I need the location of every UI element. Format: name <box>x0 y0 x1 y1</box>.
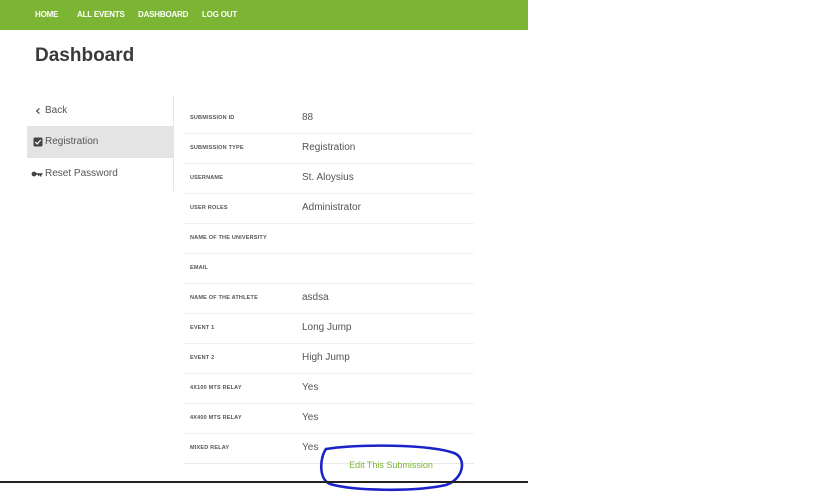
nav-link-logout[interactable]: LOG OUT <box>202 10 237 19</box>
field-value: St. Aloysius <box>302 172 354 183</box>
field-label: NAME OF THE UNIVERSITY <box>190 235 267 241</box>
field-label: USER ROLES <box>190 205 228 211</box>
field-label: SUBMISSION TYPE <box>190 145 244 151</box>
table-row: USER ROLES Administrator <box>184 194 474 224</box>
checkbox-icon <box>33 137 43 147</box>
page-title: Dashboard <box>35 45 135 66</box>
sidebar-item-label: Back <box>45 105 68 116</box>
field-value: High Jump <box>302 352 350 363</box>
nav-link-dashboard[interactable]: DASHBOARD <box>138 10 188 19</box>
field-label: NAME OF THE ATHLETE <box>190 295 258 301</box>
field-value: Yes <box>302 382 319 393</box>
sidebar-item-label: Reset Password <box>45 168 118 179</box>
field-value: Yes <box>302 442 319 453</box>
table-row: 4X100 MTS RELAY Yes <box>184 374 474 404</box>
field-label: EVENT 2 <box>190 355 215 361</box>
field-label: 4X400 MTS RELAY <box>190 415 242 421</box>
submission-details-table: SUBMISSION ID 88 SUBMISSION TYPE Registr… <box>184 104 474 464</box>
table-row: SUBMISSION TYPE Registration <box>184 134 474 164</box>
sidebar-item-reset-password[interactable]: Reset Password <box>27 158 173 190</box>
field-label: SUBMISSION ID <box>190 115 235 121</box>
edit-submission-button[interactable]: Edit This Submission <box>322 453 460 477</box>
field-label: MIXED RELAY <box>190 445 230 451</box>
sidebar: Back Registration Reset Password <box>27 95 174 191</box>
table-row: NAME OF THE ATHLETE asdsa <box>184 284 474 314</box>
nav-link-all-events[interactable]: ALL EVENTS <box>77 10 125 19</box>
table-row: 4X400 MTS RELAY Yes <box>184 404 474 434</box>
field-label: USERNAME <box>190 175 224 181</box>
table-row: NAME OF THE UNIVERSITY <box>184 224 474 254</box>
field-value: Administrator <box>302 202 361 213</box>
sidebar-item-back[interactable]: Back <box>27 95 173 127</box>
field-value: Registration <box>302 142 356 153</box>
table-row: USERNAME St. Aloysius <box>184 164 474 194</box>
nav-link-home[interactable]: HOME <box>35 10 58 19</box>
field-label: 4X100 MTS RELAY <box>190 385 242 391</box>
field-value: Long Jump <box>302 322 352 333</box>
key-icon <box>31 171 43 177</box>
field-value: Yes <box>302 412 319 423</box>
table-row: SUBMISSION ID 88 <box>184 104 474 134</box>
field-value: asdsa <box>302 292 329 303</box>
table-row: EMAIL <box>184 254 474 284</box>
field-label: EVENT 1 <box>190 325 215 331</box>
footer-divider <box>0 481 528 483</box>
field-value: 88 <box>302 112 314 123</box>
table-row: EVENT 2 High Jump <box>184 344 474 374</box>
sidebar-item-label: Registration <box>45 136 99 147</box>
table-row: EVENT 1 Long Jump <box>184 314 474 344</box>
field-label: EMAIL <box>190 265 209 271</box>
top-navigation-bar: HOME ALL EVENTS DASHBOARD LOG OUT <box>0 0 528 30</box>
chevron-left-icon <box>35 108 40 114</box>
sidebar-item-registration[interactable]: Registration <box>27 126 173 158</box>
